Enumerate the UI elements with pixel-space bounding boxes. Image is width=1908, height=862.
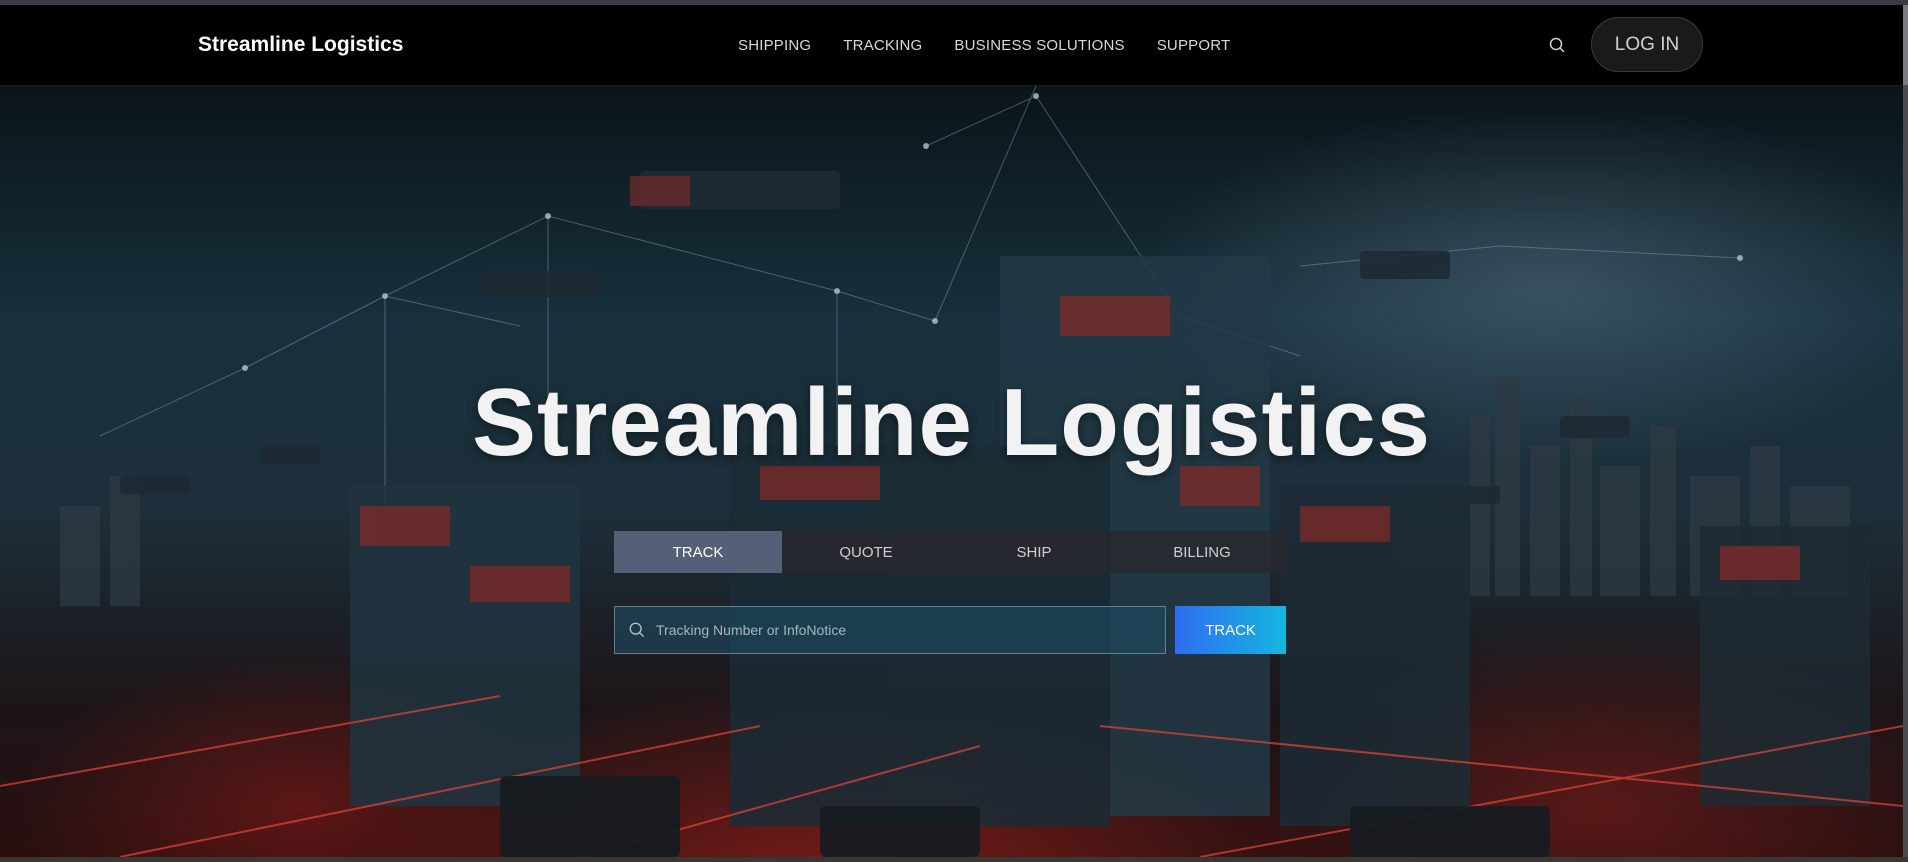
nav-link-tracking[interactable]: TRACKING [843,37,922,54]
top-navbar: Streamline Logistics SHIPPING TRACKING B… [0,5,1903,86]
track-button[interactable]: TRACK [1175,606,1286,654]
login-button[interactable]: LOG IN [1591,17,1703,72]
hero-title: Streamline Logistics [472,369,1431,476]
nav-link-support[interactable]: SUPPORT [1157,37,1231,54]
nav-link-business-solutions[interactable]: BUSINESS SOLUTIONS [954,37,1124,54]
hero-section: Streamline Logistics TRACK QUOTE SHIP BI… [0,86,1903,857]
tab-billing[interactable]: BILLING [1118,531,1286,573]
nav-link-shipping[interactable]: SHIPPING [738,37,811,54]
service-tabs: TRACK QUOTE SHIP BILLING [614,531,1286,573]
tab-ship[interactable]: SHIP [950,531,1118,573]
window-bottom-edge [0,857,1908,862]
scrollbar-track[interactable] [1903,5,1908,857]
tracking-number-input[interactable] [654,621,1165,639]
brand-logo[interactable]: Streamline Logistics [198,33,403,57]
search-icon [629,622,644,637]
tab-track[interactable]: TRACK [614,531,782,573]
scrollbar-thumb[interactable] [1903,5,1908,85]
search-icon[interactable] [1547,35,1567,55]
tracking-search-box [614,606,1166,654]
main-nav: SHIPPING TRACKING BUSINESS SOLUTIONS SUP… [738,37,1230,54]
tab-quote[interactable]: QUOTE [782,531,950,573]
